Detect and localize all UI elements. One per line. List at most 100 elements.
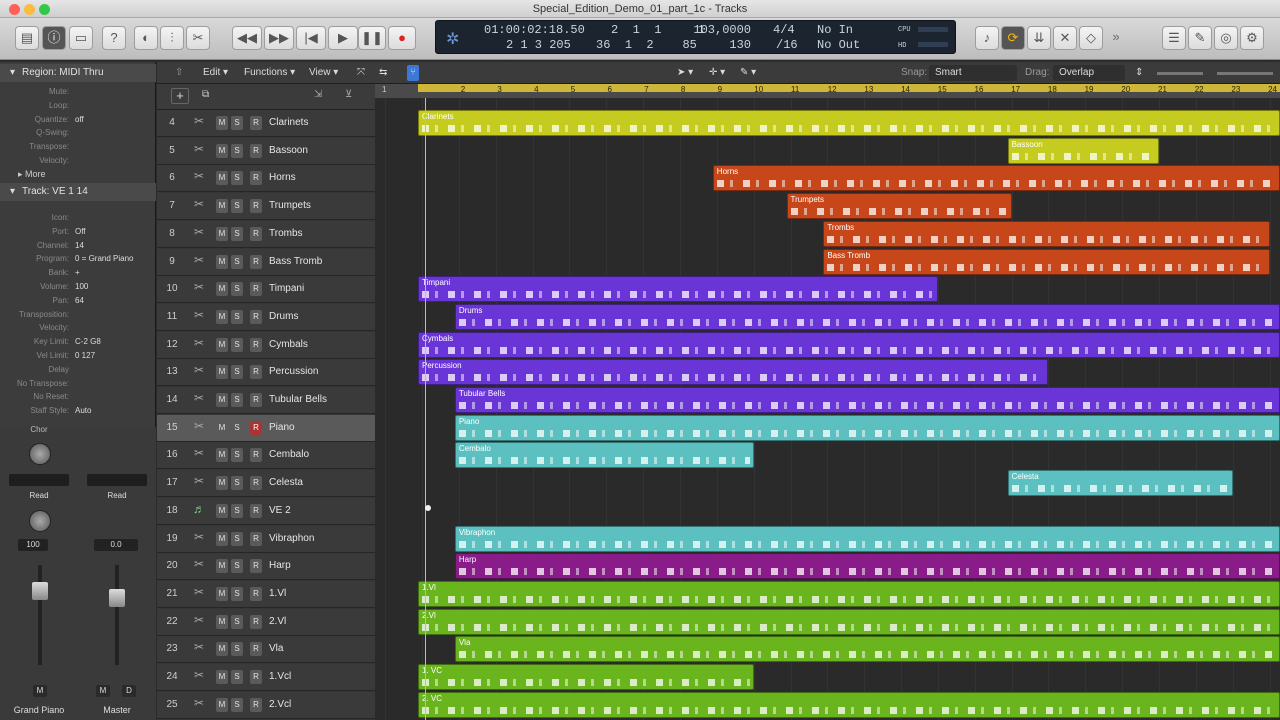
- insert-slot-master[interactable]: [87, 474, 147, 486]
- mute-button[interactable]: M: [216, 531, 228, 546]
- record-enable-button[interactable]: R: [250, 448, 262, 463]
- volume-fader-cap-right[interactable]: [109, 589, 125, 607]
- track-param-value[interactable]: C-2 G8: [75, 337, 101, 346]
- loop-browser-button[interactable]: ◎: [1214, 26, 1238, 50]
- solo-button[interactable]: S: [231, 420, 243, 435]
- midi-region[interactable]: Percussion: [418, 359, 1049, 386]
- track-name[interactable]: Piano: [269, 422, 295, 433]
- solo-button[interactable]: S: [231, 586, 243, 601]
- midi-region[interactable]: Trombs: [823, 220, 1270, 247]
- midi-region[interactable]: Harp: [454, 553, 1280, 580]
- play-button[interactable]: ▶: [328, 26, 358, 50]
- record-enable-button[interactable]: R: [250, 559, 262, 574]
- instrument-icon[interactable]: ✂: [189, 169, 209, 187]
- track-param-value[interactable]: 14: [75, 241, 84, 250]
- mute-button[interactable]: M: [216, 309, 228, 324]
- solo-button[interactable]: S: [231, 670, 243, 684]
- midi-region[interactable]: Vla: [454, 636, 1280, 663]
- midi-region[interactable]: 2.Vl: [418, 608, 1280, 635]
- tuner-button[interactable]: ♪: [975, 26, 999, 50]
- playhead[interactable]: [425, 98, 426, 720]
- mute-button[interactable]: M: [216, 670, 228, 684]
- mute-button[interactable]: M: [216, 365, 228, 380]
- solo-button[interactable]: S: [231, 199, 243, 214]
- solo-button[interactable]: S: [231, 116, 243, 130]
- instrument-icon[interactable]: ✂: [189, 474, 209, 492]
- solo-button[interactable]: S: [231, 697, 243, 712]
- mute-button-left[interactable]: M: [33, 685, 47, 697]
- midi-region[interactable]: 1.Vl: [418, 580, 1280, 607]
- track-name[interactable]: Trombs: [269, 228, 303, 239]
- track-name[interactable]: Harp: [269, 560, 291, 571]
- solo-button[interactable]: S: [231, 559, 243, 574]
- record-enable-button[interactable]: R: [250, 199, 262, 214]
- track-name[interactable]: Percussion: [269, 366, 318, 377]
- solo-button[interactable]: S: [231, 309, 243, 324]
- mute-button[interactable]: M: [216, 420, 228, 435]
- volume-fader-left[interactable]: [38, 565, 42, 665]
- track-name[interactable]: Cembalo: [269, 449, 309, 460]
- track-name[interactable]: Celesta: [269, 477, 303, 488]
- instrument-icon[interactable]: ✂: [189, 696, 209, 714]
- pencil-tool-icon[interactable]: ✎ ▾: [740, 65, 756, 81]
- send-knob[interactable]: [29, 443, 51, 465]
- sort-icon[interactable]: ⇲: [314, 89, 322, 100]
- drag-select[interactable]: Overlap: [1053, 65, 1125, 81]
- folder-icon[interactable]: ⧉: [202, 89, 209, 100]
- time-signature[interactable]: 4/4: [773, 24, 795, 37]
- mute-button-right[interactable]: M: [96, 685, 110, 697]
- track-param-value[interactable]: +: [75, 268, 80, 277]
- track-header-bassoon[interactable]: 5 ✂ M S R Bassoon: [157, 137, 375, 165]
- instrument-icon[interactable]: ✂: [189, 585, 209, 603]
- inspector-button[interactable]: ⓘ: [42, 26, 66, 50]
- metronome-button[interactable]: ◇: [1079, 26, 1103, 50]
- link-icon[interactable]: ⇆: [379, 65, 387, 81]
- record-enable-button[interactable]: R: [250, 586, 262, 601]
- solo-button[interactable]: S: [231, 642, 243, 657]
- instrument-icon[interactable]: ✂: [189, 668, 209, 686]
- record-enable-button[interactable]: R: [250, 393, 262, 407]
- mute-button[interactable]: M: [216, 586, 228, 601]
- midi-region[interactable]: Timpani: [418, 276, 938, 303]
- track-name[interactable]: Drums: [269, 311, 298, 322]
- editors-button[interactable]: ✂: [186, 26, 210, 50]
- mute-button[interactable]: M: [216, 393, 228, 407]
- instrument-icon[interactable]: ✂: [189, 197, 209, 215]
- solo-button[interactable]: ✕: [1053, 26, 1077, 50]
- hide-icon[interactable]: ⊻: [345, 89, 352, 100]
- mute-button[interactable]: M: [216, 282, 228, 297]
- volume-value-right[interactable]: 0.0: [94, 539, 138, 551]
- record-enable-button[interactable]: R: [250, 365, 262, 380]
- midi-region[interactable]: Cembalo: [454, 442, 754, 469]
- record-enable-button[interactable]: R: [250, 116, 262, 130]
- track-header-horns[interactable]: 6 ✂ M S R Horns: [157, 165, 375, 193]
- midi-region[interactable]: Celesta: [1007, 470, 1233, 497]
- record-enable-button[interactable]: R: [250, 670, 262, 684]
- record-enable-button[interactable]: R: [250, 642, 262, 657]
- record-enable-button[interactable]: R: [250, 476, 262, 491]
- arrange-area[interactable]: Clarinets Bassoon Horns Trumpets Trombs Bass …: [375, 98, 1280, 720]
- list-editors-button[interactable]: ☰: [1162, 26, 1186, 50]
- solo-button[interactable]: S: [231, 503, 243, 518]
- solo-button[interactable]: S: [231, 282, 243, 297]
- pause-button[interactable]: ❚❚: [358, 26, 386, 50]
- track-header-bass-tromb[interactable]: 9 ✂ M S R Bass Tromb: [157, 248, 375, 276]
- solo-button[interactable]: S: [231, 254, 243, 269]
- mute-button[interactable]: M: [216, 337, 228, 352]
- solo-button[interactable]: S: [231, 448, 243, 463]
- mute-button[interactable]: M: [216, 448, 228, 463]
- solo-button[interactable]: S: [231, 365, 243, 380]
- horizontal-zoom-slider[interactable]: [1217, 72, 1273, 75]
- snap-select[interactable]: Smart: [929, 65, 1017, 81]
- instrument-icon[interactable]: ✂: [189, 308, 209, 326]
- track-header-ve-2[interactable]: 18 ♬ M S R VE 2: [157, 497, 375, 525]
- instrument-icon[interactable]: ✂: [189, 557, 209, 575]
- track-name[interactable]: Clarinets: [269, 117, 308, 128]
- close-window-button[interactable]: [9, 4, 20, 15]
- track-header-vibraphon[interactable]: 19 ✂ M S R Vibraphon: [157, 525, 375, 553]
- catch-icon[interactable]: ⤧: [357, 65, 365, 81]
- lcd-settings-icon[interactable]: ✲: [446, 29, 459, 49]
- instrument-icon[interactable]: ✂: [189, 336, 209, 354]
- record-enable-button[interactable]: R: [250, 282, 262, 297]
- pan-knob[interactable]: [29, 510, 51, 532]
